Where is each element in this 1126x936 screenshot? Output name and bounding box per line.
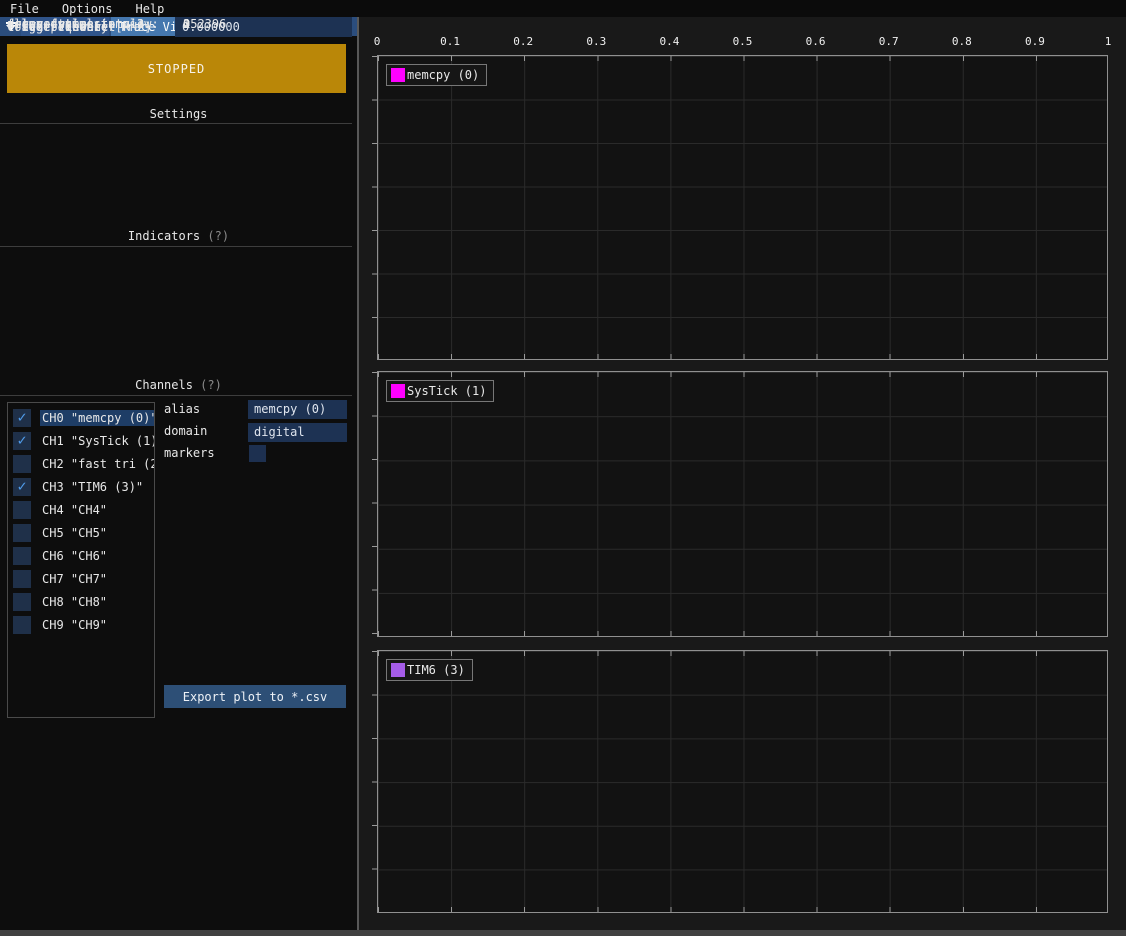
channel-row[interactable]: CH2 "fast tri (2)" [8,452,154,475]
channel-checkbox[interactable] [13,409,31,427]
channel-label[interactable]: CH5 "CH5" [40,525,109,541]
channel-row[interactable]: CH7 "CH7" [8,567,154,590]
channel-checkbox[interactable] [13,432,31,450]
legend-swatch-icon [391,663,405,677]
axis-tick-label: 0.2 [513,35,533,48]
channel-list: CH0 "memcpy (0)" CH1 "SysTick (1)" CH2 "… [7,402,155,718]
channel-checkbox[interactable] [13,570,31,588]
alias-input[interactable]: memcpy (0) [248,400,347,419]
indicators-help-icon[interactable]: (?) [207,229,229,243]
axis-tick-label: 0.8 [952,35,972,48]
domain-label: domain [164,424,207,441]
legend-swatch-icon [391,68,405,82]
channels-title: Channels [135,378,193,392]
channel-checkbox[interactable] [13,547,31,565]
axis-tick-label: 1 [1105,35,1112,48]
domain-select[interactable]: digital [248,423,347,442]
channel-row[interactable]: CH3 "TIM6 (3)" [8,475,154,498]
channels-help-icon[interactable]: (?) [200,378,222,392]
channel-checkbox[interactable] [13,478,31,496]
menu-options[interactable]: Options [62,2,113,16]
channel-checkbox[interactable] [13,616,31,634]
plot-panel[interactable]: TIM6 (3) [377,650,1108,913]
channel-checkbox[interactable] [13,501,31,519]
plot-legend: memcpy (0) [386,64,487,86]
channel-label[interactable]: CH1 "SysTick (1)" [40,433,155,449]
alias-label: alias [164,402,200,419]
left-tick-marks [372,651,377,912]
channel-row[interactable]: CH0 "memcpy (0)" [8,406,154,429]
channel-checkbox[interactable] [13,524,31,542]
legend-swatch-icon [391,384,405,398]
channel-label[interactable]: CH7 "CH7" [40,571,109,587]
channels-divider [0,395,352,396]
window-resize-bar[interactable] [0,930,1126,936]
channel-row[interactable]: CH8 "CH8" [8,590,154,613]
axis-tick-label: 0.3 [586,35,606,48]
stopped-state-button[interactable]: STOPPED [7,44,346,93]
channel-row[interactable]: CH6 "CH6" [8,544,154,567]
markers-label: markers [164,446,215,463]
left-tick-marks [372,56,377,359]
export-csv-button[interactable]: Export plot to *.csv [164,685,346,708]
axis-tick-label: 0 [374,35,381,48]
channel-checkbox[interactable] [13,455,31,473]
channel-row[interactable]: CH4 "CH4" [8,498,154,521]
time-axis: 0 0.1 0.2 0.3 0.4 0.5 0.6 0.7 0.8 0.9 1 [359,35,1126,50]
indicator-label: delayed timestamp 3: [7,17,152,31]
left-tick-marks [372,372,377,636]
plot-legend: TIM6 (3) [386,659,473,681]
indicators-heading: Indicators (?) [0,229,357,245]
channel-label[interactable]: CH3 "TIM6 (3)" [40,479,145,495]
channel-checkbox[interactable] [13,593,31,611]
indicator-row: delayed timestamp 3: 0 [0,17,357,34]
channel-row[interactable]: CH1 "SysTick (1)" [8,429,154,452]
plot-panel[interactable]: SysTick (1) [377,371,1108,637]
legend-label: TIM6 (3) [407,663,465,677]
legend-label: memcpy (0) [407,68,479,82]
channel-label[interactable]: CH9 "CH9" [40,617,109,633]
axis-tick-label: 0.1 [440,35,460,48]
menu-bar: File Options Help [0,0,1126,17]
channel-label[interactable]: CH8 "CH8" [40,594,109,610]
axis-tick-label: 0.9 [1025,35,1045,48]
plot-legend: SysTick (1) [386,380,494,402]
settings-divider [0,123,352,124]
axis-tick-label: 0.4 [659,35,679,48]
markers-checkbox[interactable] [249,445,266,462]
plot-panel[interactable]: memcpy (0) [377,55,1108,360]
axis-tick-label: 0.7 [879,35,899,48]
menu-help[interactable]: Help [135,2,164,16]
menu-file[interactable]: File [10,2,39,16]
channel-row[interactable]: CH5 "CH5" [8,521,154,544]
indicators-divider [0,246,352,247]
indicator-value: 0 [183,17,190,31]
indicators-title: Indicators [128,229,200,243]
left-panel: Var Viewer Trace Viewer STOPPED Settings… [0,17,357,930]
channel-row[interactable]: CH9 "CH9" [8,613,154,636]
axis-tick-label: 0.6 [806,35,826,48]
legend-label: SysTick (1) [407,384,486,398]
axis-tick-label: 0.5 [733,35,753,48]
channel-label[interactable]: CH4 "CH4" [40,502,109,518]
plot-container: 0 0.1 0.2 0.3 0.4 0.5 0.6 0.7 0.8 0.9 1 memcpy (0)… [359,17,1126,930]
channel-label[interactable]: CH0 "memcpy (0)" [40,410,155,426]
channels-heading: Channels (?) [0,378,357,394]
channel-label[interactable]: CH6 "CH6" [40,548,109,564]
channel-label[interactable]: CH2 "fast tri (2)" [40,456,155,472]
trace-viewer-app: { "menu": { "items": ["File", "Options",… [0,0,1126,936]
settings-heading: Settings [0,107,357,123]
